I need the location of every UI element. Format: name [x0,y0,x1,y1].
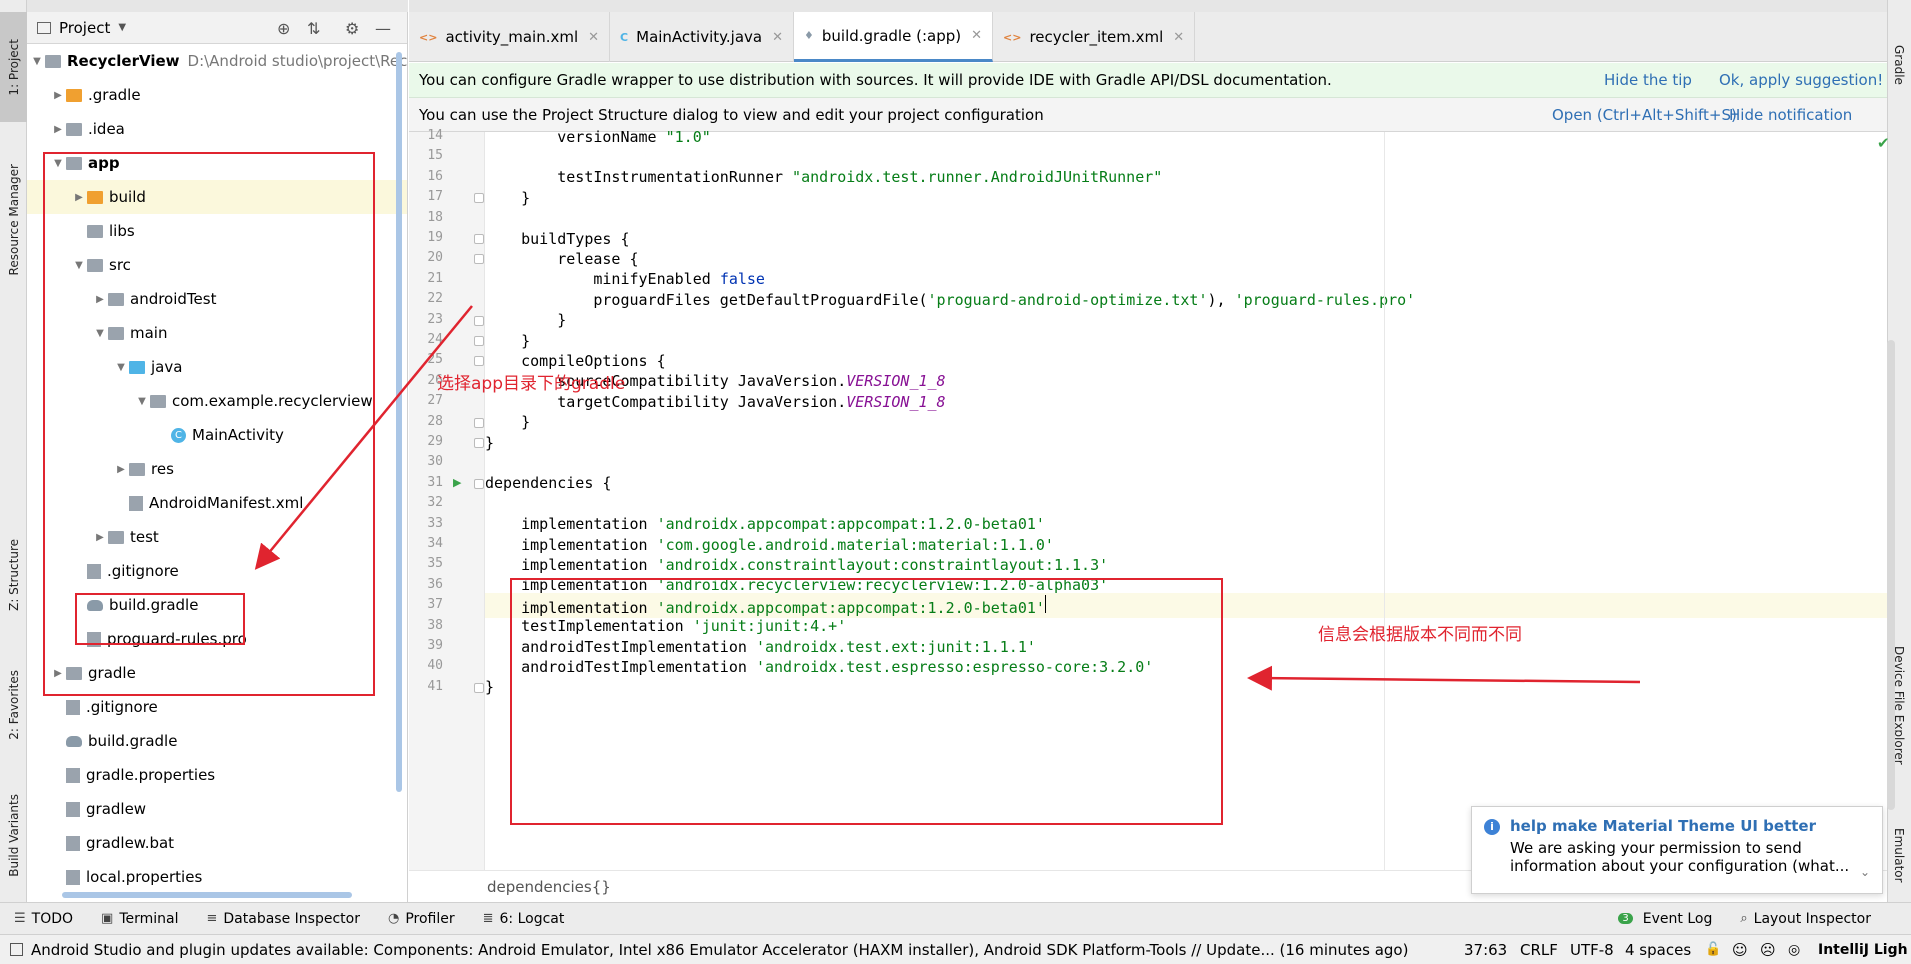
annotation-arrows [254,305,1641,691]
arrow-to-dependencies [1247,665,1641,691]
ide-window: 1: Project Resource Manager Z: Structure… [0,0,1911,964]
arrow-to-build-gradle [254,305,473,570]
